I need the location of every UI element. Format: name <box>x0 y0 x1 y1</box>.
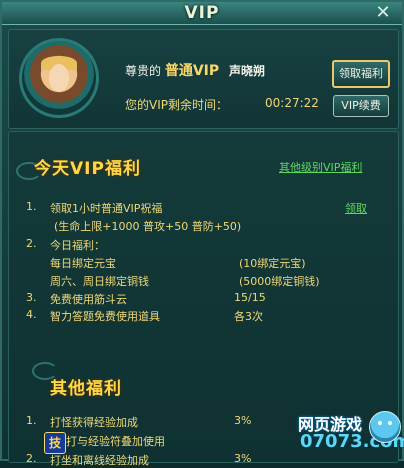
other-item-1-label: 打怪获得经验加成 <box>50 416 138 429</box>
vip-window: VIP ✕ 尊贵的 普通VIP 声晓朔 您的VIP剩余时间： 00:27:22 … <box>0 0 404 467</box>
other-item-1-sub: 打与经验符叠加使用 <box>66 435 165 448</box>
avatar-face-icon <box>49 64 69 92</box>
close-icon[interactable]: ✕ <box>370 3 396 22</box>
today-item-2b-label: 周六、周日绑定铜钱 <box>50 275 149 288</box>
today-item-3-label: 免费使用筋斗云 <box>50 293 127 306</box>
today-item-2-num: 2. <box>26 237 37 250</box>
other-item-1-num: 1. <box>26 414 37 427</box>
player-name: 声晓朔 <box>228 64 265 78</box>
window-title: VIP <box>184 3 220 23</box>
other-benefits-title: 其他福利 <box>50 379 122 399</box>
other-level-vip-link[interactable]: 其他级别VIP福利 <box>279 159 362 175</box>
today-item-4-value: 各3次 <box>234 310 263 323</box>
vip-greeting: 尊贵的 普通VIP 声晓朔 <box>125 63 265 79</box>
remaining-time-label: 您的VIP剩余时间： <box>125 98 228 112</box>
today-item-2b-value: (5000绑定铜钱) <box>239 275 320 288</box>
remaining-time-value: 00:27:22 <box>265 96 319 110</box>
today-item-3-value: 15/15 <box>234 291 266 304</box>
other-item-1-value: 3% <box>234 414 252 427</box>
today-item-2a-label: 每日绑定元宝 <box>50 257 116 270</box>
other-item-2-num: 2. <box>26 452 37 465</box>
today-vip-title: 今天VIP福利 <box>34 159 141 179</box>
claim-benefits-button[interactable]: 领取福利 <box>332 60 390 88</box>
claim-blessing-link[interactable]: 领取 <box>345 200 367 216</box>
today-item-2-label: 今日福利： <box>50 239 105 252</box>
vip-renew-button[interactable]: VIP续费 <box>333 95 389 117</box>
watermark-mascot-icon <box>369 411 401 443</box>
today-item-1-sub: (生命上限+1000 普攻+50 普防+50) <box>54 220 242 233</box>
today-item-3-num: 3. <box>26 291 37 304</box>
today-item-1-label: 领取1小时普通VIP祝福 <box>50 202 163 215</box>
today-item-1-num: 1. <box>26 200 37 213</box>
greeting-prefix: 尊贵的 <box>125 64 162 78</box>
title-bar[interactable]: VIP ✕ <box>2 2 402 25</box>
today-item-2a-value: (10绑定元宝) <box>239 257 306 270</box>
vip-level: 普通VIP <box>164 63 220 79</box>
other-item-2-value: 3% <box>234 452 252 465</box>
avatar <box>19 38 99 118</box>
other-item-2-label: 打坐和离线经验加成 <box>50 454 149 467</box>
today-item-4-num: 4. <box>26 308 37 321</box>
skill-icon[interactable]: 技 <box>44 432 66 454</box>
today-item-4-label: 智力答题免费使用道具 <box>50 310 160 323</box>
